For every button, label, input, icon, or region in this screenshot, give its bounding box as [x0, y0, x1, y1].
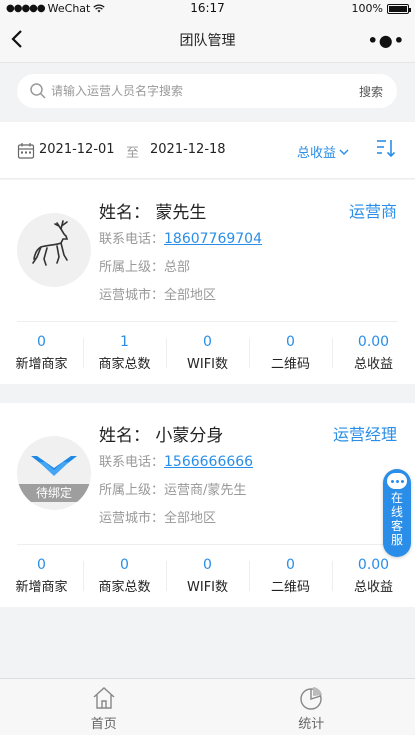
phone-link[interactable]: 1566666666 — [164, 454, 253, 470]
city-label: 运营城市： — [99, 288, 165, 303]
avatar — [17, 213, 91, 287]
stat-label: 商家总数 — [98, 580, 151, 595]
stat-label: WIFI数 — [187, 580, 228, 595]
battery-info: 100% — [351, 2, 411, 15]
avatar: 待绑定 — [17, 436, 91, 510]
stat-value: 0 — [37, 334, 46, 350]
stat-value: 0 — [120, 557, 129, 573]
stat-label: 新增商家 — [15, 580, 68, 595]
member-card[interactable]: 待绑定 姓名： 小蒙分身 运营经理 联系电话：1566666666 所属上级：运… — [0, 403, 415, 607]
deer-logo-icon — [32, 220, 69, 266]
chevron-down-icon — [339, 149, 349, 155]
stat-new-merchants: 0 新增商家 — [0, 334, 83, 374]
status-badge: 待绑定 — [17, 484, 91, 502]
phone-label: 联系电话： — [99, 455, 165, 470]
stat-wifi: 0 WIFI数 — [166, 334, 249, 374]
member-name: 姓名： 小蒙分身 — [99, 426, 224, 446]
start-date[interactable]: 2021-12-01 — [39, 142, 115, 157]
city-row: 运营城市：全部地区 — [99, 507, 216, 526]
stat-label: 总收益 — [353, 357, 393, 372]
city-value: 全部地区 — [164, 511, 217, 526]
date-separator: 至 — [126, 146, 140, 161]
service-label-char: 服 — [390, 533, 403, 547]
page-title: 团队管理 — [179, 33, 236, 49]
nav-bar: 团队管理 •●• — [0, 17, 415, 63]
stat-qrcode: 0 二维码 — [249, 334, 332, 374]
stat-label: 总收益 — [353, 580, 393, 595]
service-label-char: 在 — [390, 491, 403, 505]
city-row: 运营城市：全部地区 — [99, 284, 216, 303]
calendar-icon[interactable] — [17, 142, 35, 160]
phone-row: 联系电话：1566666666 — [99, 451, 253, 470]
phone-row: 联系电话：18607769704 — [99, 228, 262, 247]
stat-value: 0 — [203, 557, 212, 573]
tab-home[interactable]: 首页 — [0, 679, 208, 735]
filter-bar: 2021-12-01 至 2021-12-18 总收益 — [0, 122, 415, 179]
stat-total-merchants: 1 商家总数 — [83, 334, 166, 374]
stats-row: 0 新增商家 0 商家总数 0 WIFI数 0 二维码 0.00 总收益 — [0, 557, 415, 597]
member-name: 姓名： 蒙先生 — [99, 203, 207, 223]
tab-label: 统计 — [298, 717, 325, 732]
battery-icon — [387, 3, 411, 14]
phone-link[interactable]: 18607769704 — [164, 231, 262, 247]
chat-bubble-icon — [387, 473, 407, 489]
stat-label: 二维码 — [270, 580, 310, 595]
battery-percent: 100% — [351, 2, 383, 15]
search-input[interactable] — [51, 84, 359, 98]
service-label-char: 客 — [390, 519, 403, 533]
superior-value: 运营商/蒙先生 — [164, 483, 247, 498]
stat-value: 0.00 — [357, 557, 390, 573]
phone-label: 联系电话： — [99, 232, 165, 247]
stat-label: WIFI数 — [187, 357, 228, 372]
member-role: 运营经理 — [332, 425, 397, 444]
city-value: 全部地区 — [164, 288, 217, 303]
superior-row: 所属上级：总部 — [99, 256, 190, 275]
home-icon — [93, 687, 115, 709]
search-button[interactable]: 搜索 — [359, 83, 383, 100]
service-label-char: 线 — [390, 505, 403, 519]
sort-dropdown[interactable]: 总收益 — [297, 142, 350, 161]
divider — [17, 321, 398, 322]
stat-total-merchants: 0 商家总数 — [83, 557, 166, 597]
search-section: 搜索 — [0, 63, 415, 120]
stat-value: 0 — [286, 334, 295, 350]
more-options-icon[interactable]: •●• — [368, 31, 405, 50]
stats-row: 0 新增商家 1 商家总数 0 WIFI数 0 二维码 0.00 总收益 — [0, 334, 415, 374]
stat-label: 商家总数 — [98, 357, 151, 372]
stat-value: 1 — [120, 334, 129, 350]
online-service-button[interactable]: 在 线 客 服 — [383, 469, 411, 557]
search-box: 搜索 — [17, 74, 397, 108]
pie-chart-icon — [300, 687, 323, 710]
status-bar: ●●●●● WeChat 16:17 100% — [0, 0, 415, 17]
divider — [17, 544, 398, 545]
stat-wifi: 0 WIFI数 — [166, 557, 249, 597]
end-date[interactable]: 2021-12-18 — [150, 142, 226, 157]
stat-value: 0 — [203, 334, 212, 350]
superior-row: 所属上级：运营商/蒙先生 — [99, 479, 246, 498]
city-label: 运营城市： — [99, 511, 165, 526]
tab-statistics[interactable]: 统计 — [208, 679, 415, 735]
member-card[interactable]: 姓名： 蒙先生 运营商 联系电话：18607769704 所属上级：总部 运营城… — [0, 180, 415, 384]
superior-value: 总部 — [164, 260, 191, 275]
stat-revenue: 0.00 总收益 — [332, 557, 415, 597]
tab-bar: 首页 统计 — [0, 678, 415, 735]
superior-label: 所属上级： — [99, 483, 165, 498]
stat-value: 0 — [37, 557, 46, 573]
stat-label: 新增商家 — [15, 357, 68, 372]
tab-label: 首页 — [90, 717, 117, 732]
stat-revenue: 0.00 总收益 — [332, 334, 415, 374]
member-role: 运营商 — [348, 202, 397, 221]
stat-value: 0 — [286, 557, 295, 573]
stat-new-merchants: 0 新增商家 — [0, 557, 83, 597]
sort-order-icon[interactable] — [375, 137, 397, 159]
stat-value: 0.00 — [357, 334, 390, 350]
superior-label: 所属上级： — [99, 260, 165, 275]
stat-qrcode: 0 二维码 — [249, 557, 332, 597]
sort-label: 总收益 — [297, 146, 337, 161]
stat-label: 二维码 — [270, 357, 310, 372]
search-icon — [30, 83, 46, 99]
